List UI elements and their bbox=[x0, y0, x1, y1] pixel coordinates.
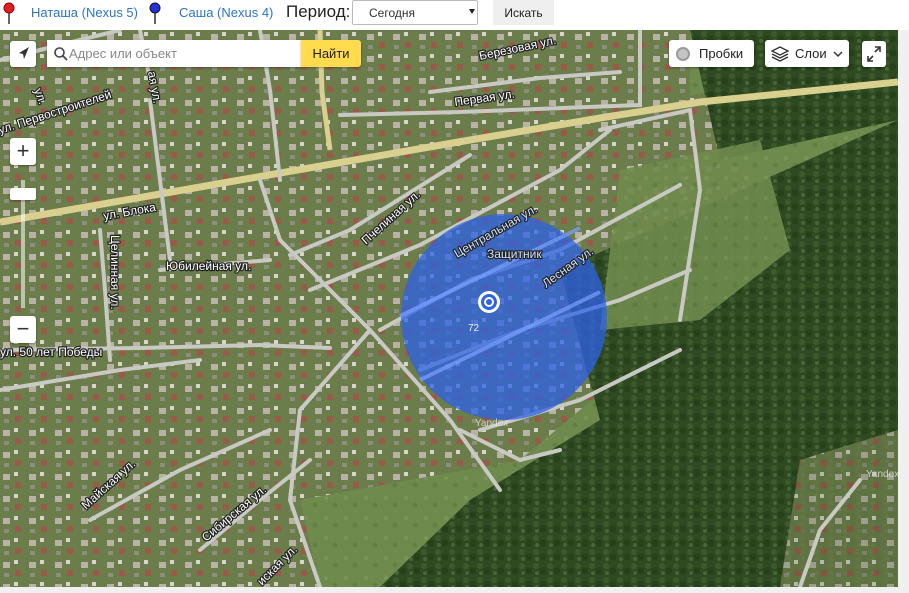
layers-button-label: Слои bbox=[795, 46, 827, 61]
period-select[interactable]: Сегодня bbox=[352, 0, 478, 25]
device-link-sasha[interactable]: Саша (Nexus 4) bbox=[179, 5, 273, 20]
street-label-zashchitnik: Защитник bbox=[487, 247, 542, 261]
search-button[interactable]: Искать bbox=[493, 0, 554, 25]
street-label-lesnaya: Лесная ул. bbox=[540, 244, 597, 290]
map-search-input[interactable] bbox=[69, 40, 295, 67]
layers-icon bbox=[771, 46, 789, 62]
street-label-mayskaya: Майская ул. bbox=[79, 457, 139, 513]
expand-icon bbox=[867, 46, 881, 62]
navigation-arrow-icon bbox=[19, 47, 29, 59]
street-label-pervostroiteley: ул. Первостроителей bbox=[0, 87, 113, 137]
search-icon bbox=[54, 47, 68, 61]
layers-button[interactable]: Слои bbox=[765, 40, 849, 67]
street-labels: Березовая ул. Первая ул. ул. Первостроит… bbox=[0, 32, 898, 587]
house-number-label: 72 bbox=[468, 323, 480, 334]
street-label-pervaya: Первая ул. bbox=[453, 87, 515, 109]
street-label-bloka: ул. Блока bbox=[102, 200, 157, 223]
find-button[interactable]: Найти bbox=[301, 40, 361, 67]
top-toolbar: Наташа (Nexus 5) Саша (Nexus 4) Период: … bbox=[0, 0, 909, 28]
yandex-watermark-2: Yandex bbox=[866, 469, 898, 480]
street-label-berezovaya: Березовая ул. bbox=[478, 33, 558, 63]
zoom-slider-thumb[interactable] bbox=[10, 188, 36, 200]
street-label-iskaya: иская ул. bbox=[254, 542, 300, 587]
chevron-down-icon bbox=[833, 51, 843, 58]
street-label-pchelinaya: Пчелиная ул. bbox=[359, 187, 423, 247]
street-label-yubileynaya: Юбилейная ул. bbox=[166, 259, 251, 273]
street-label-left-ul: ул. bbox=[31, 86, 50, 106]
period-selected-value: Сегодня bbox=[369, 6, 415, 20]
chevron-down-icon bbox=[469, 9, 475, 14]
yandex-watermark-1: Yandex bbox=[475, 418, 508, 429]
locate-button[interactable] bbox=[10, 41, 36, 67]
device-link-natasha[interactable]: Наташа (Nexus 5) bbox=[31, 5, 138, 20]
horizontal-scrollbar[interactable] bbox=[0, 587, 898, 593]
map-canvas[interactable]: Березовая ул. Первая ул. ул. Первостроит… bbox=[0, 30, 898, 587]
map-search-box bbox=[47, 40, 301, 67]
traffic-button-label: Пробки bbox=[699, 46, 744, 61]
period-label: Период: bbox=[286, 2, 351, 21]
zoom-out-button[interactable]: − bbox=[10, 316, 36, 343]
traffic-button[interactable]: Пробки bbox=[669, 40, 754, 67]
blue-pin-icon bbox=[149, 2, 161, 24]
street-label-pobedy: ул. 50 лет Победы bbox=[0, 345, 102, 359]
fullscreen-button[interactable] bbox=[862, 41, 886, 67]
red-pin-icon bbox=[3, 2, 15, 24]
vertical-scrollbar[interactable] bbox=[898, 30, 909, 593]
street-label-tselinnaya: Целинная ул. bbox=[108, 235, 122, 310]
street-label-left-aya: ая ул. bbox=[145, 70, 164, 105]
traffic-icon bbox=[676, 47, 690, 61]
street-label-sibirskaya: Сибирская ул. bbox=[199, 482, 269, 544]
zoom-in-button[interactable]: + bbox=[10, 138, 36, 165]
